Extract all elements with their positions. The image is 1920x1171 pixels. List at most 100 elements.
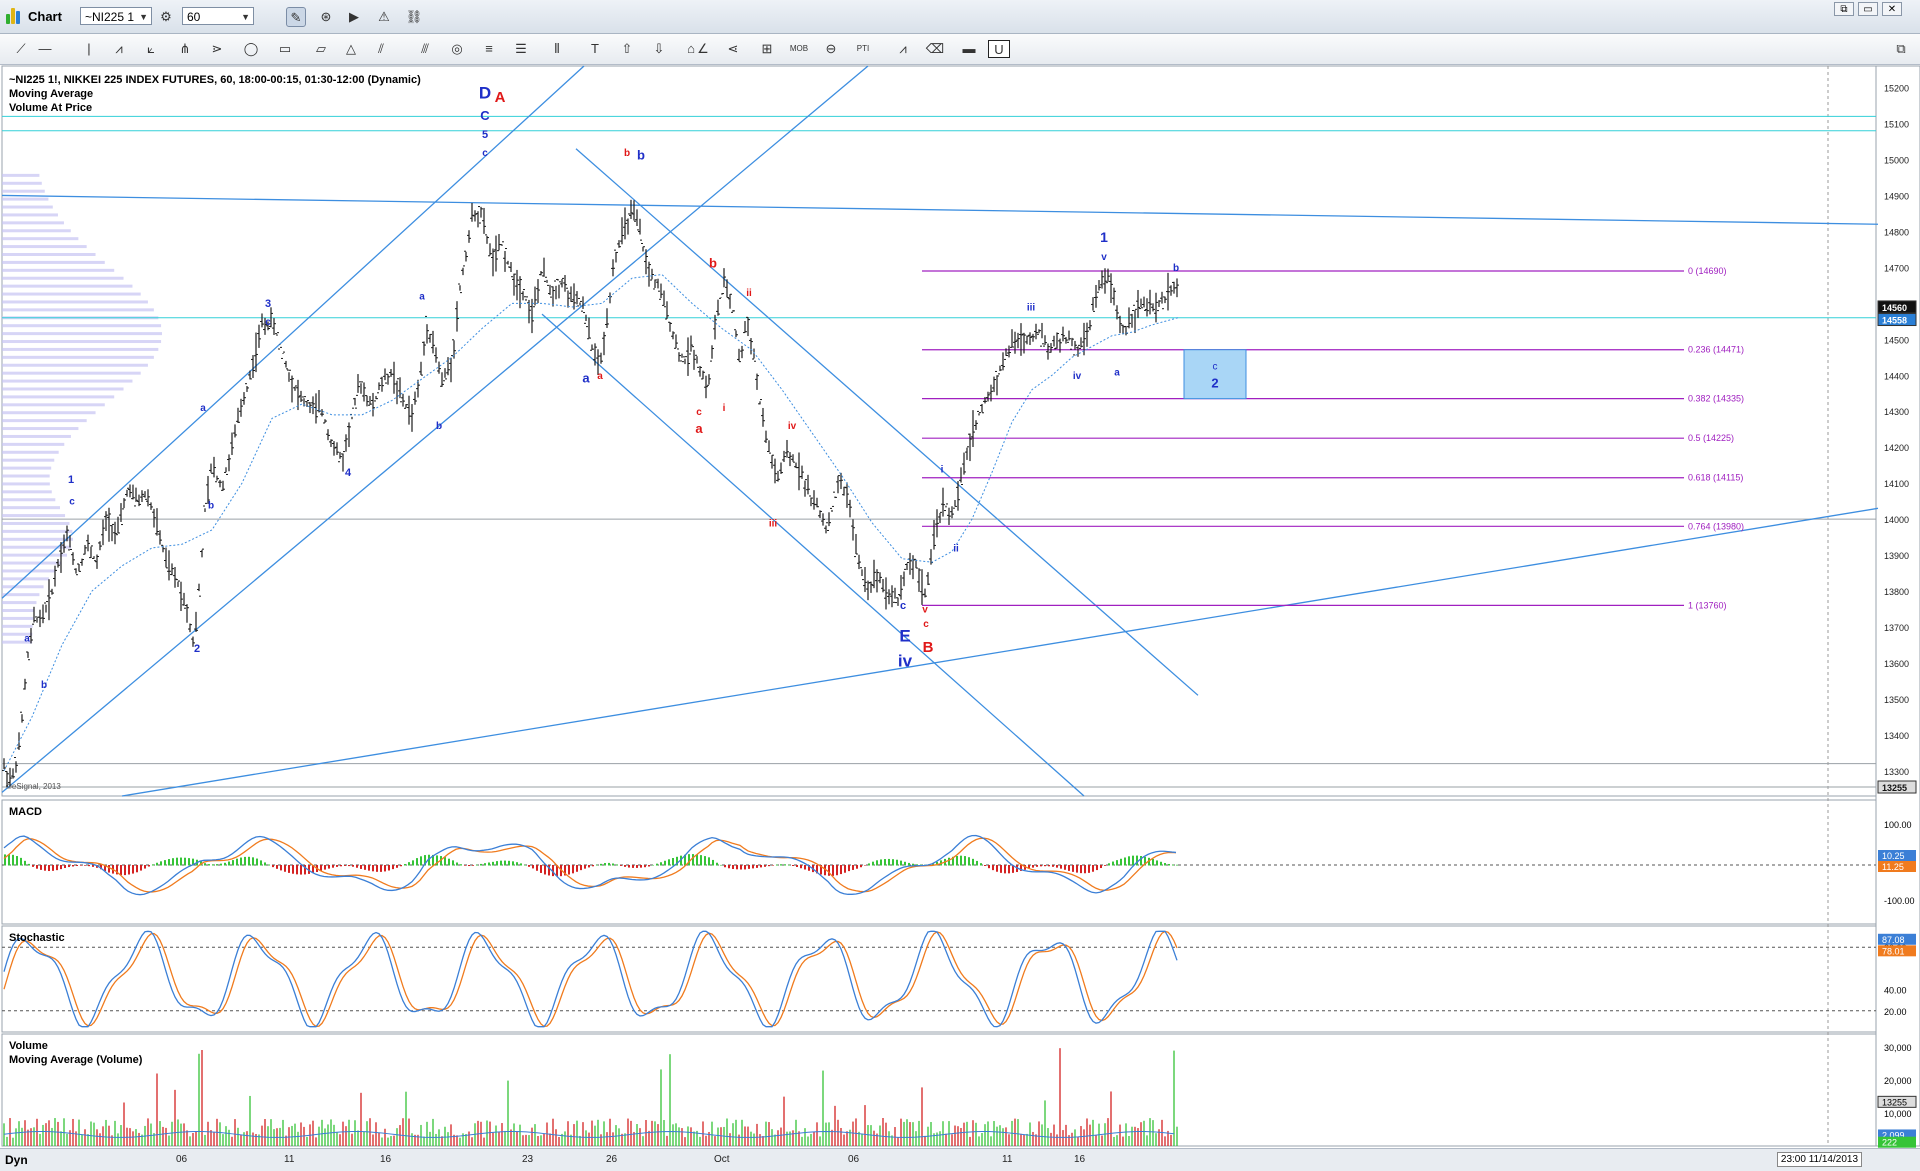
macd-histogram-bar (224, 862, 226, 866)
macd-histogram-bar (1084, 865, 1086, 874)
copyright-text: ©eSignal, 2013 (6, 782, 61, 791)
price-tick-label: 13500 (1884, 695, 1909, 705)
macd-histogram-bar (52, 865, 54, 871)
elliott-wave-tool-icon[interactable]: ⩘ (108, 40, 130, 58)
close-icon[interactable]: ✕ (1882, 2, 1902, 16)
eraser-tool-icon[interactable]: ⌫ (924, 40, 946, 58)
zigzag-tool-icon[interactable]: ⩘ (892, 40, 914, 58)
fan-tool-icon[interactable]: ⋗ (206, 40, 228, 58)
channel-tool-icon[interactable]: ⫽ (370, 40, 392, 58)
ellipse-tool-icon[interactable]: ◯ (240, 40, 262, 58)
gann-fan-tool-icon[interactable]: ⋖ (722, 40, 744, 58)
volume-tick-label: 30,000 (1884, 1043, 1912, 1053)
regression-tool-icon[interactable]: ⫻ (414, 40, 436, 58)
interval-selector[interactable]: 60 ▼ (182, 7, 254, 25)
macd-histogram-bar (384, 865, 386, 872)
macd-histogram-bar (696, 854, 698, 866)
macd-histogram-bar (1124, 857, 1126, 866)
play-icon[interactable]: ▶ (344, 7, 364, 27)
stochastic-k-line (3, 930, 1178, 1028)
volume-at-price-bar (2, 268, 115, 272)
macd-histogram-bar (544, 865, 546, 875)
wave-label: iii (769, 518, 778, 529)
macd-histogram-bar (536, 865, 538, 871)
rectangle-tool-icon[interactable]: ▭ (274, 40, 296, 58)
alert-icon[interactable]: ⚠ (374, 7, 394, 27)
macd-histogram-bar (984, 865, 986, 867)
macd-histogram-bar (664, 860, 666, 866)
draw-mode-icon[interactable]: ✎ (286, 7, 306, 27)
pitchfork-tool-icon[interactable]: ⋔ (174, 40, 196, 58)
macd-histogram-bar (976, 860, 978, 866)
trendline-tool-icon[interactable]: ⟋ (10, 40, 32, 58)
symbol-selector[interactable]: ~NI225 1 ▼ (80, 7, 152, 25)
macd-histogram-bar (1000, 865, 1002, 873)
macd-histogram-bar (448, 858, 450, 866)
pattern-tool-icon[interactable]: ⊖ (820, 40, 842, 58)
macd-histogram-bar (1176, 864, 1178, 866)
macd-histogram-bar (180, 857, 182, 866)
fib-retracement-tool-icon[interactable]: ≡ (478, 40, 500, 58)
macd-histogram-bar (248, 856, 250, 866)
chevron-down-icon[interactable]: ▼ (241, 8, 250, 26)
horizontal-line-tool-icon[interactable]: — (34, 40, 56, 58)
target-box (1183, 349, 1247, 400)
wave-abc-tool-icon[interactable]: ⟀ (140, 40, 162, 58)
dynamic-button[interactable]: Dyn (5, 1153, 28, 1167)
wave-label: a (582, 370, 590, 385)
time-cycles-tool-icon[interactable]: ⦀ (546, 40, 568, 58)
chart-svg[interactable]: 0 (14690) 0.236 (14471) 0.382 (14335) 0.5 (… (0, 64, 1920, 1148)
macd-histogram-bar (132, 865, 134, 874)
volume-at-price-bar (2, 624, 33, 628)
volume-at-price-bar (2, 387, 124, 391)
volume-at-price-bar (2, 347, 159, 351)
macd-histogram-bar (516, 862, 518, 866)
magnet-tool-icon[interactable]: U (988, 40, 1010, 58)
pti-tool-icon[interactable]: PTI (852, 40, 874, 58)
macd-histogram-bar (756, 865, 758, 868)
parallelogram-tool-icon[interactable]: ▱ (310, 40, 332, 58)
text-tool-icon[interactable]: T (584, 40, 606, 58)
arrow-up-tool-icon[interactable]: ⇧ (616, 40, 638, 58)
price-tick-label: 13900 (1884, 551, 1909, 561)
minimize-icon[interactable]: ▭ (1858, 2, 1878, 16)
tile-window-icon[interactable]: ⧉ (1890, 40, 1912, 58)
vertical-line-tool-icon[interactable]: | (78, 40, 100, 58)
triangle-tool-icon[interactable]: △ (340, 40, 362, 58)
macd-histogram-bar (652, 864, 654, 866)
macd-histogram-bar (1008, 865, 1010, 874)
interval-value: 60 (187, 10, 201, 24)
last-ma-tag: 14558 (1882, 316, 1907, 326)
link-icon[interactable]: ⚙ (156, 7, 176, 27)
restore-icon[interactable]: ⧉ (1834, 2, 1854, 16)
arrow-down-tool-icon[interactable]: ⇩ (648, 40, 670, 58)
macd-histogram-bar (764, 865, 766, 867)
fib-extension-tool-icon[interactable]: ☰ (510, 40, 532, 58)
wave-label: v (1101, 252, 1107, 263)
macd-histogram-bar (836, 865, 838, 876)
macd-histogram-bar (624, 865, 626, 867)
grid-tool-icon[interactable]: ⊞ (756, 40, 778, 58)
mob-tool-icon[interactable]: MOB (788, 40, 810, 58)
cycle-tool-icon[interactable]: ◎ (446, 40, 468, 58)
angle-tool-icon[interactable]: ∠ (692, 40, 714, 58)
volume-at-price-bar (2, 379, 133, 383)
wave-label: B (923, 639, 934, 656)
macd-histogram-bar (456, 862, 458, 866)
macd-histogram-bar (620, 865, 622, 866)
macd-histogram-bar (396, 865, 398, 868)
link-chain-icon[interactable]: ⛓ (404, 7, 424, 27)
macd-histogram-bar (212, 864, 214, 866)
chevron-down-icon[interactable]: ▼ (139, 8, 148, 26)
volume-at-price-bar (2, 427, 79, 431)
note-tool-icon[interactable]: ▬ (958, 40, 980, 58)
macd-histogram-bar (608, 862, 610, 866)
volume-at-price-bar (2, 189, 45, 193)
macd-histogram-bar (708, 857, 710, 866)
cursor-icon[interactable]: ⊛ (316, 7, 336, 27)
bottom-bar: Dyn 06 11 16 23 26 Oct 06 11 16 23:00 11/14/2013 (0, 1148, 1920, 1171)
macd-histogram-bar (596, 864, 598, 866)
macd-histogram-bar (328, 865, 330, 869)
macd-histogram-bar (1060, 865, 1062, 869)
macd-histogram-bar (220, 863, 222, 866)
